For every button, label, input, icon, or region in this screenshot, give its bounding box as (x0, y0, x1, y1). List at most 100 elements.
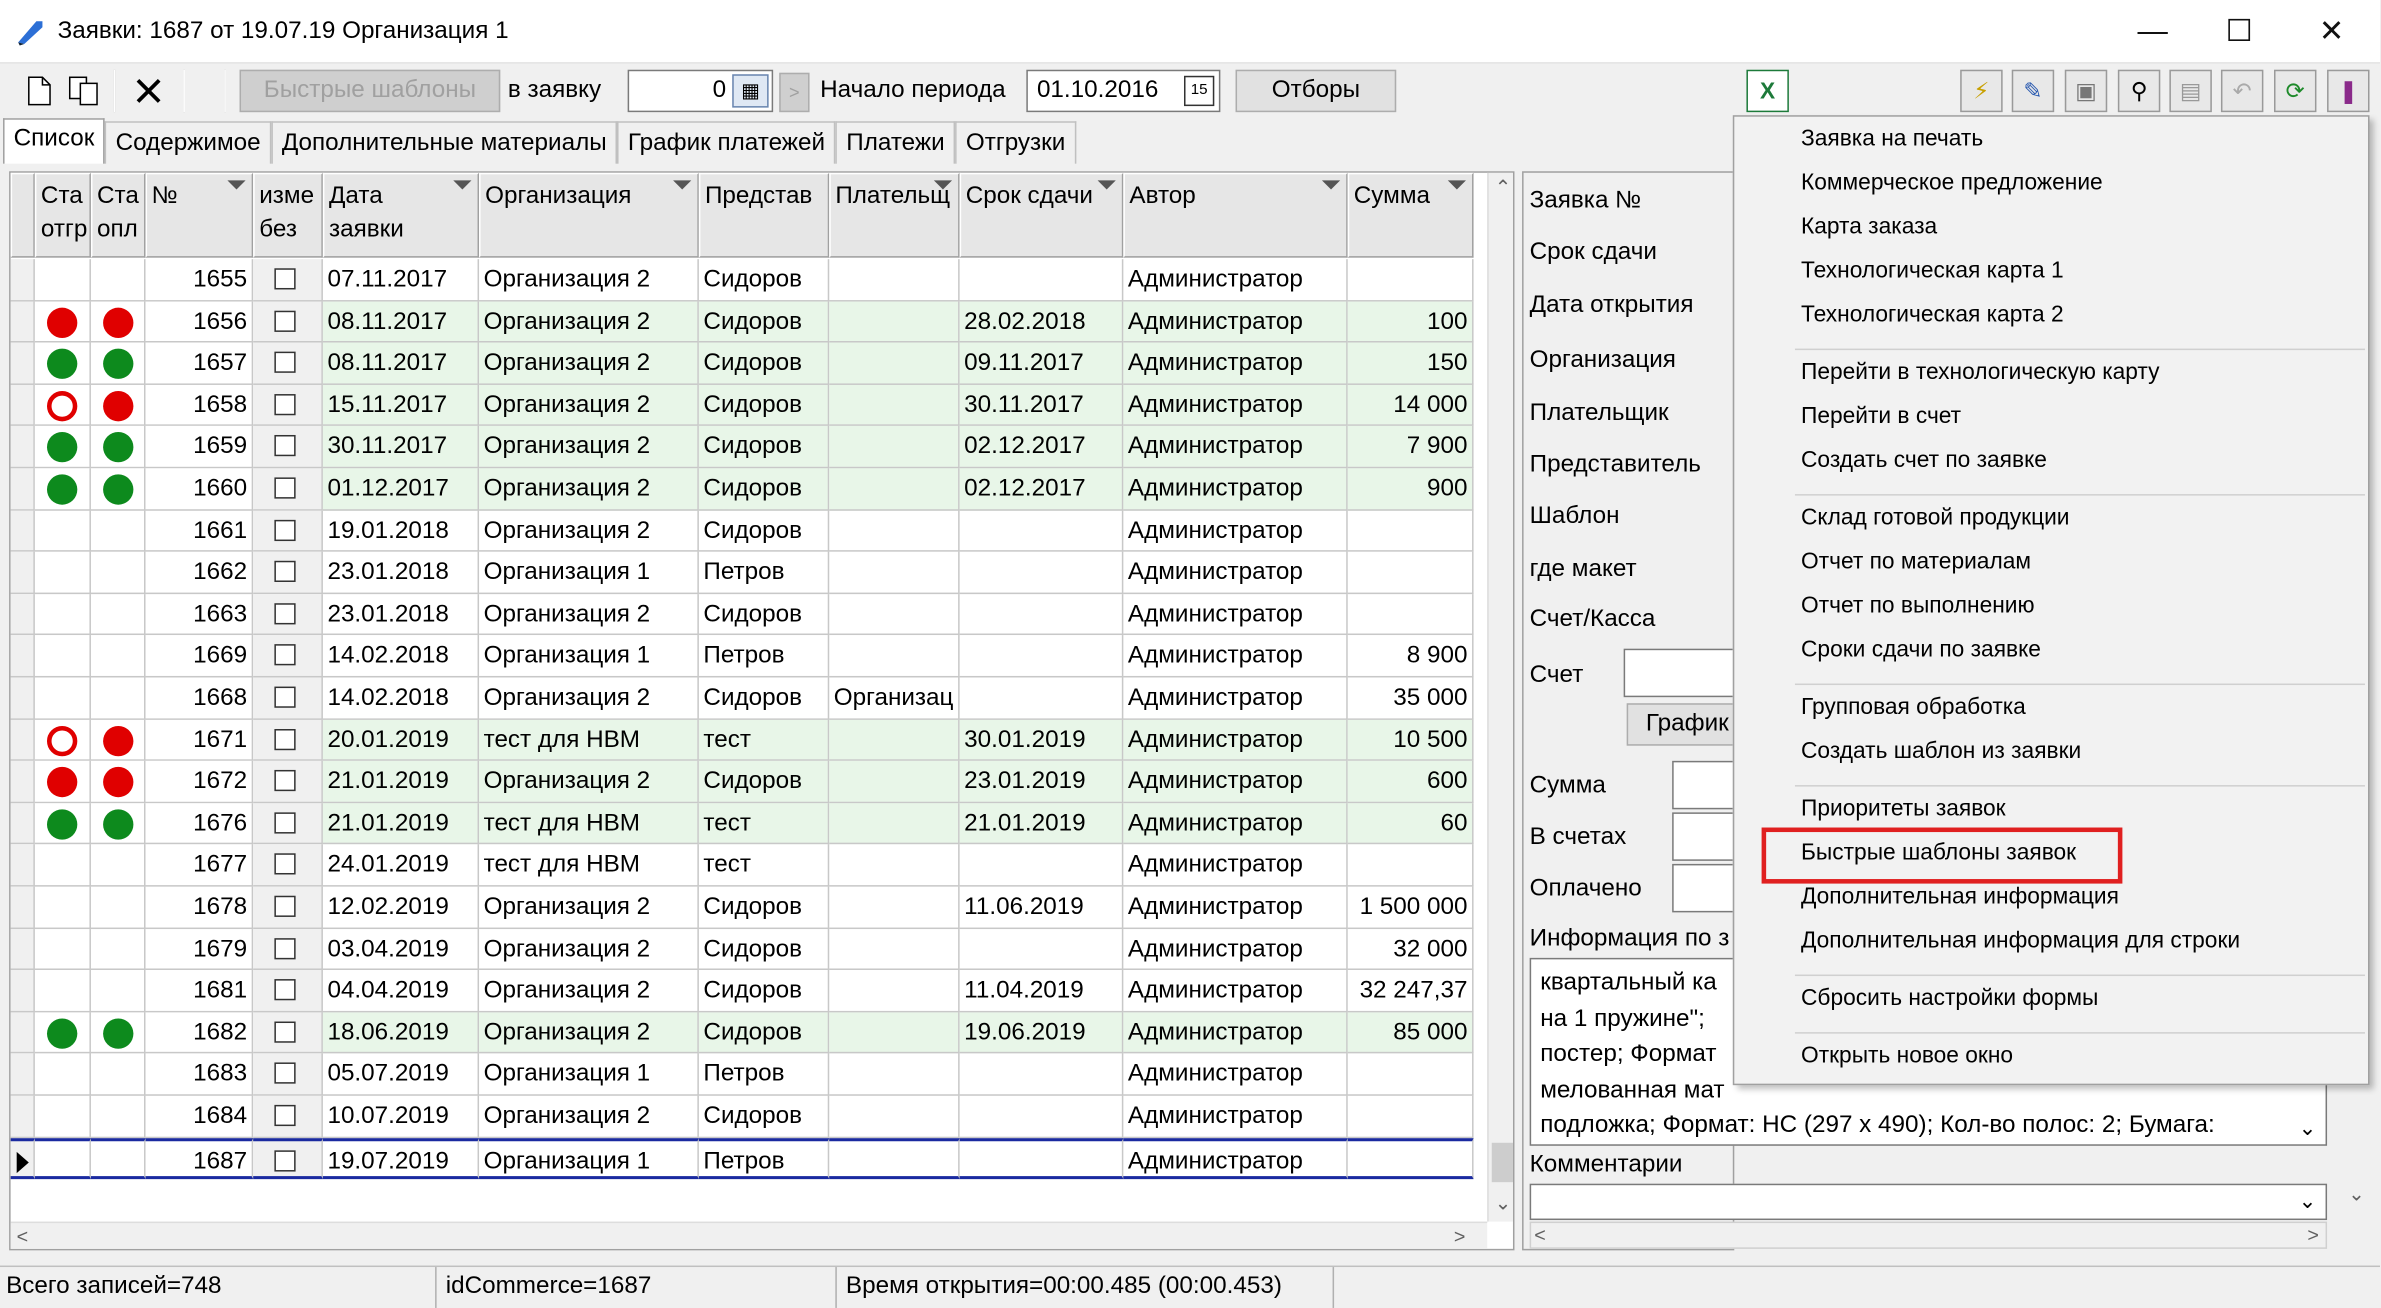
binoculars-icon[interactable]: ⚲ (2117, 69, 2161, 113)
save-disk-icon[interactable]: ▣ (2064, 69, 2108, 113)
checkbox[interactable] (274, 519, 296, 541)
count-field[interactable]: 0 ▦ (627, 69, 774, 113)
menu-item[interactable]: Групповая обработка (1801, 694, 2026, 720)
checkbox[interactable] (274, 477, 296, 499)
comments-scroll-icon[interactable]: ⌄ (2299, 1188, 2317, 1214)
checkbox[interactable] (274, 979, 296, 1001)
minimize-button[interactable]: — (2107, 0, 2198, 64)
checkbox[interactable] (274, 644, 296, 666)
calendar-icon[interactable]: 15 (1183, 75, 1215, 107)
checkbox[interactable] (274, 602, 296, 625)
checkbox[interactable] (274, 1104, 296, 1127)
menu-item[interactable]: Приоритеты заявок (1801, 796, 2006, 822)
tab-list[interactable]: Список (3, 118, 105, 164)
menu-item[interactable]: Дополнительная информация (1801, 884, 2119, 910)
schedule-button[interactable]: График (1626, 703, 1733, 746)
new-document-icon[interactable] (21, 73, 57, 109)
checkbox[interactable] (274, 310, 296, 332)
paid-field[interactable] (1672, 863, 1733, 913)
menu-item[interactable]: Дополнительная информация для строки (1801, 928, 2240, 954)
header-due[interactable]: Срок сдачи (959, 172, 1124, 258)
undo-icon[interactable]: ↶ (2220, 69, 2264, 113)
maximize-button[interactable]: ☐ (2194, 0, 2285, 64)
panel-horizontal-scrollbar[interactable]: < > (1529, 1221, 2328, 1249)
filters-button[interactable]: Отборы (1235, 69, 1397, 113)
scroll-right-icon[interactable]: > (2307, 1223, 2319, 1246)
account-field[interactable] (1623, 648, 1733, 698)
header-author[interactable]: Автор (1123, 172, 1348, 258)
checkbox[interactable] (274, 268, 296, 290)
checkbox[interactable] (274, 1149, 296, 1171)
close-button[interactable]: ✕ (2286, 0, 2377, 64)
checkbox[interactable] (274, 770, 296, 792)
scroll-down-icon[interactable]: ⌄ (2348, 1182, 2365, 1206)
menu-item[interactable]: Технологическая карта 2 (1801, 302, 2064, 328)
header-organization[interactable]: Организация (479, 172, 699, 258)
menu-item[interactable]: Технологическая карта 1 (1801, 258, 2064, 284)
menu-item[interactable]: Заявка на печать (1801, 126, 1983, 152)
tab-shipments[interactable]: Отгрузки (955, 121, 1076, 164)
header-number[interactable]: № (145, 172, 254, 258)
arrow-right-button[interactable]: > (779, 72, 810, 113)
menu-item[interactable]: Отчет по материалам (1801, 549, 2031, 575)
header-sum[interactable]: Сумма (1347, 172, 1474, 258)
menu-item[interactable]: Коммерческое предложение (1801, 170, 2103, 196)
menu-item[interactable]: Склад готовой продукции (1801, 505, 2069, 531)
header-date[interactable]: Дата заявки (322, 172, 480, 258)
menu-item[interactable]: Открыть новое окно (1801, 1043, 2013, 1069)
tab-payments[interactable]: Платежи (835, 121, 956, 164)
menu-item[interactable]: Сроки сдачи по заявке (1801, 637, 2041, 663)
header-indicator[interactable] (10, 172, 35, 258)
scroll-left-icon[interactable]: < (17, 1225, 29, 1248)
menu-item[interactable]: Создать счет по заявке (1801, 447, 2047, 473)
scroll-right-icon[interactable]: > (1454, 1225, 1466, 1248)
checkbox[interactable] (274, 812, 296, 834)
calculator-icon[interactable]: ▦ (732, 74, 769, 108)
horizontal-scrollbar[interactable]: < > (10, 1221, 1488, 1249)
comments-field[interactable]: ⌄ (1529, 1183, 2328, 1221)
checkbox[interactable] (274, 1063, 296, 1085)
menu-item[interactable]: Перейти в технологическую карту (1801, 359, 2159, 385)
in-invoices-field[interactable] (1672, 812, 1733, 861)
delete-icon[interactable] (130, 73, 166, 109)
books-menu-icon[interactable]: ❚ (2327, 69, 2370, 113)
tab-contents[interactable]: Содержимое (104, 121, 272, 164)
checkbox[interactable] (274, 561, 296, 583)
scroll-down-icon[interactable]: ⌄ (1495, 1191, 1512, 1215)
header-payer[interactable]: Плательщ (829, 172, 960, 258)
checkbox[interactable] (274, 686, 296, 708)
checkbox[interactable] (274, 895, 296, 917)
checkbox[interactable] (274, 728, 296, 750)
menu-item[interactable]: Создать шаблон из заявки (1801, 738, 2081, 764)
tab-additional-materials[interactable]: Дополнительные материалы (271, 121, 618, 164)
refresh-icon[interactable]: ⟳ (2274, 69, 2317, 113)
sum-field[interactable] (1672, 760, 1733, 810)
period-start-field[interactable]: 01.10.2016 15 (1026, 69, 1221, 113)
scroll-left-icon[interactable]: < (1534, 1223, 1546, 1246)
checkbox[interactable] (274, 1021, 296, 1043)
header-changed[interactable]: изме без (253, 172, 323, 258)
scroll-up-icon[interactable]: ⌃ (1495, 176, 1512, 200)
checkbox[interactable] (274, 351, 296, 374)
menu-item[interactable]: Перейти в счет (1801, 403, 1961, 429)
header-pay-status[interactable]: Ста опл (90, 172, 146, 258)
quick-templates-button[interactable]: Быстрые шаблоны (239, 69, 501, 113)
menu-item[interactable]: Карта заказа (1801, 214, 1937, 240)
menu-item[interactable]: Отчет по выполнению (1801, 593, 2035, 619)
textarea-scroll-down-icon[interactable]: ⌄ (2299, 1115, 2317, 1141)
edit-icon[interactable]: ✎ (2011, 69, 2055, 113)
header-ship-status[interactable]: Ста отгр (34, 172, 91, 258)
vertical-scrollbar[interactable]: ⌃ ⌄ (1487, 172, 1513, 1222)
checkbox[interactable] (274, 853, 296, 876)
copy-document-icon[interactable] (67, 73, 103, 109)
checkbox[interactable] (274, 937, 296, 959)
scroll-thumb[interactable] (1491, 1142, 1513, 1183)
excel-export-icon[interactable]: X (1746, 69, 1789, 113)
checkbox[interactable] (274, 393, 296, 415)
save-icon[interactable]: ▤ (2169, 69, 2212, 113)
lightning-icon[interactable]: ⚡ (1960, 69, 2003, 113)
menu-item[interactable]: Сбросить настройки формы (1801, 985, 2098, 1011)
checkbox[interactable] (274, 435, 296, 457)
header-representative[interactable]: Представ (698, 172, 830, 258)
tab-payment-schedule[interactable]: График платежей (617, 121, 836, 164)
